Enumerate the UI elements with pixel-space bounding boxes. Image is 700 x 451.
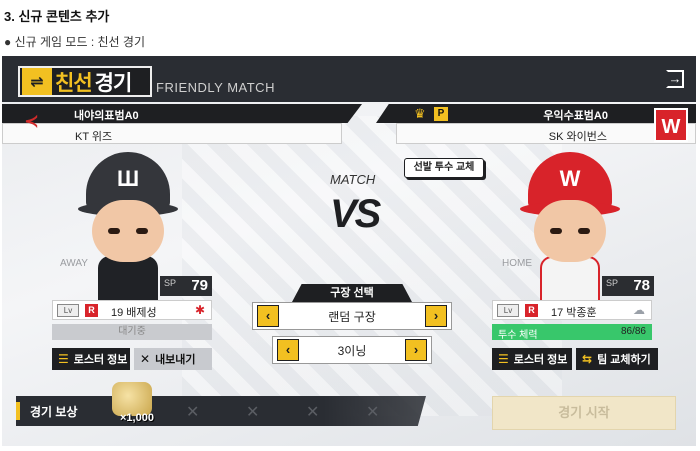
doc-heading: 3. 신규 콘텐츠 추가 (4, 9, 110, 24)
sp-label: SP (606, 278, 619, 288)
reward-accent (16, 402, 20, 420)
list-icon: ☰ (58, 352, 69, 366)
cap-logo-icon: W (559, 166, 581, 191)
sp-label: SP (164, 278, 177, 288)
home-player-name: 17 박종훈 (551, 307, 597, 319)
avatar-eye (550, 228, 562, 234)
innings-value: 3이닝 (337, 343, 367, 358)
title-part-2: 경기 (94, 71, 133, 95)
stadium-value: 랜덤 구장 (328, 309, 376, 324)
stadium-select-title: 구장 선택 (292, 284, 412, 302)
home-roster-label: 로스터 정보 (513, 354, 568, 366)
empty-slot-icon: ✕ (366, 404, 380, 421)
home-team-bar: 우익수표범A0 SK 와이번스 ♛ P W (376, 104, 696, 146)
home-sp-value: 78 (633, 277, 650, 294)
avatar-body (540, 256, 600, 302)
crown-icon: ♛ (414, 106, 426, 121)
swap-team-label: 팀 교체하기 (597, 354, 651, 366)
away-sp-value: 79 (191, 277, 208, 294)
exit-icon[interactable]: → (666, 70, 684, 88)
coin-stack-icon (112, 382, 152, 416)
pitch-type-icon: ☁ (633, 303, 645, 317)
close-icon: ✕ (140, 352, 151, 366)
away-roster-label: 로스터 정보 (73, 354, 128, 366)
home-roster-button[interactable]: ☰ 로스터 정보 (492, 348, 572, 370)
avatar-eye (578, 228, 590, 234)
swap-icon: ⇆ (582, 352, 593, 366)
reward-bar: 경기 보상 ✕ ✕ ✕ ✕ (16, 396, 426, 426)
innings-prev-button[interactable]: ‹ (277, 339, 299, 361)
stadium-next-button[interactable]: › (425, 305, 447, 327)
stamina-label: 투수 체력 (498, 330, 538, 341)
reward-amount: ×1,000 (120, 412, 154, 424)
title-part-1: 친선 (55, 71, 93, 95)
innings-next-button[interactable]: › (405, 339, 427, 361)
stadium-selector: ‹ 랜덤 구장 › (252, 302, 452, 330)
home-side-label: HOME (502, 258, 532, 269)
top-bar: ⇌ 친선 경기 FRIENDLY MATCH → (2, 56, 696, 102)
home-player-card[interactable]: Lv R 17 박종훈 ☁ (492, 300, 652, 320)
title-english: FRIENDLY MATCH (156, 80, 275, 95)
level-badge: Lv (497, 304, 519, 317)
away-status: 대기중 (52, 324, 212, 340)
away-player-name: 19 배제성 (111, 307, 157, 319)
handshake-icon: ⇌ (22, 68, 52, 95)
rank-badge: R (85, 304, 98, 317)
game-screen: ⇌ 친선 경기 FRIENDLY MATCH → 내야의표범A0 KT 위즈 ≺… (2, 56, 696, 446)
home-sp-box: SP 78 (602, 276, 654, 296)
kick-button[interactable]: ✕ 내보내기 (134, 348, 212, 370)
sk-wyverns-logo-icon: W (654, 108, 688, 142)
home-team-name: SK 와이번스 (396, 123, 696, 144)
away-side-label: AWAY (60, 258, 88, 269)
avatar-face (92, 200, 164, 262)
empty-slot-icon: ✕ (186, 404, 200, 421)
cap-logo-icon: Ш (116, 166, 140, 191)
away-player-card[interactable]: Lv R 19 배제성 ✱ (52, 300, 212, 320)
avatar-body (98, 256, 158, 302)
avatar-eye (108, 228, 120, 234)
kt-wiz-logo-icon: ≺ (24, 111, 40, 131)
doc-bullet: ● 신규 게임 모드 : 친선 경기 (4, 35, 145, 49)
pitch-type-icon: ✱ (194, 303, 205, 317)
mode-title: ⇌ 친선 경기 (18, 66, 152, 97)
match-label: MATCH (330, 172, 376, 187)
level-badge: Lv (57, 304, 79, 317)
avatar-face (534, 200, 606, 262)
innings-selector: ‹ 3이닝 › (272, 336, 432, 364)
empty-slot-icon: ✕ (306, 404, 320, 421)
away-roster-button[interactable]: ☰ 로스터 정보 (52, 348, 130, 370)
stamina-value: 86/86 (620, 326, 646, 337)
swap-team-button[interactable]: ⇆ 팀 교체하기 (576, 348, 658, 370)
away-team-bar: 내야의표범A0 KT 위즈 ≺ (2, 104, 362, 146)
start-match-button[interactable]: 경기 시작 (492, 396, 676, 430)
avatar-eye (136, 228, 148, 234)
vs-label: VS (330, 192, 381, 236)
rank-badge: R (525, 304, 538, 317)
home-stamina-bar: 투수 체력 86/86 (492, 324, 652, 341)
empty-slot-icon: ✕ (246, 404, 260, 421)
kick-label: 내보내기 (155, 354, 196, 366)
reward-label: 경기 보상 (30, 405, 78, 419)
premium-badge: P (434, 107, 448, 121)
away-sp-box: SP 79 (160, 276, 212, 296)
list-icon: ☰ (498, 352, 509, 366)
change-starting-pitcher-button[interactable]: 선발 투수 교체 (404, 158, 484, 178)
stadium-prev-button[interactable]: ‹ (257, 305, 279, 327)
